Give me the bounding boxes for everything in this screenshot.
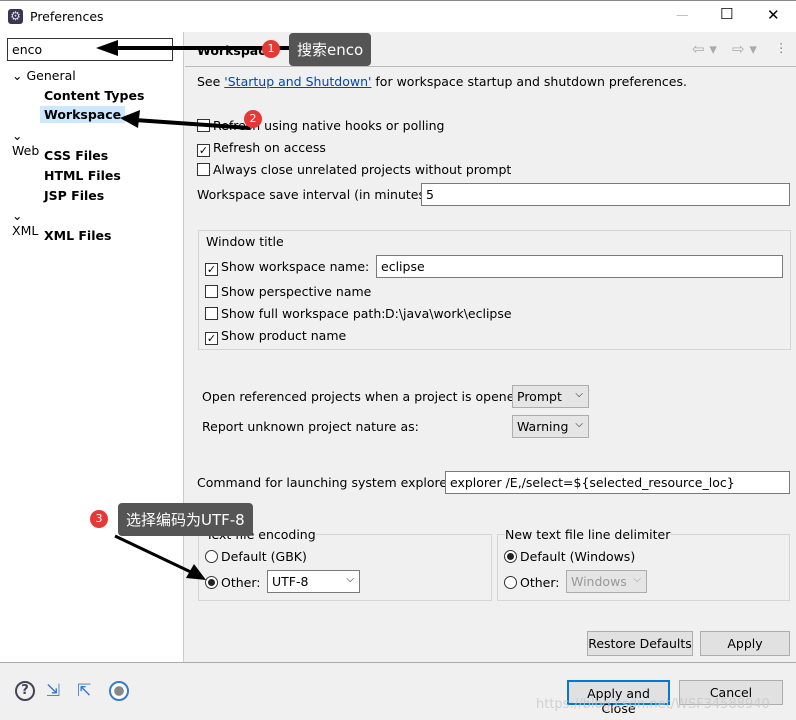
arrow-2-head [120,110,140,128]
annotation-label-3: 选择编码为UTF-8 [118,503,253,536]
arrow-2 [134,118,251,130]
annotation-number-3: 3 [90,510,108,528]
annotation-number-1: 1 [262,40,280,58]
arrow-3 [114,534,196,576]
annotation-label-1: 搜索enco [289,33,372,66]
annotation-arrows [96,40,290,580]
annotation-number-2: 2 [244,110,262,128]
arrow-1-head [96,40,118,56]
